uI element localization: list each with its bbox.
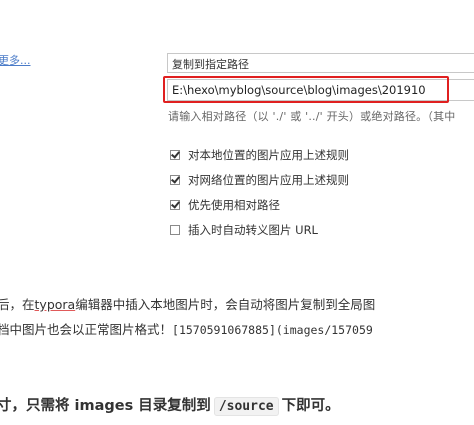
path-hint-text: 请输入相对路径（以 './' 或 '../' 开头）或绝对路径。（其中 — [168, 110, 456, 123]
option-label: 对本地位置的图片应用上述规则 — [188, 148, 349, 162]
checkbox-network-images[interactable] — [170, 175, 180, 185]
checkbox-local-images[interactable] — [170, 150, 180, 160]
typora-text: typora — [34, 297, 76, 312]
text-segment: 寸，只需将 images 目录复制到 — [0, 398, 211, 414]
checkbox-escape-url[interactable] — [170, 225, 180, 235]
option-relative-path[interactable]: 优先使用相对路径 — [170, 197, 280, 213]
option-escape-url[interactable]: 插入时自动转义图片 URL — [170, 222, 318, 238]
text-segment: 后，在 — [0, 297, 35, 312]
option-local-images[interactable]: 对本地位置的图片应用上述规则 — [170, 147, 349, 163]
checkbox-relative-path[interactable] — [170, 200, 180, 210]
option-label: 优先使用相对路径 — [188, 198, 280, 212]
text-segment: 档中图片也会以正常图片格式！ — [0, 322, 173, 337]
text-segment: 下即可。 — [281, 398, 340, 414]
image-insert-action-select[interactable]: 复制到指定路径 — [167, 53, 474, 73]
option-label: 插入时自动转义图片 URL — [188, 223, 318, 237]
inline-code-source: /source — [213, 397, 279, 416]
article-paragraph-line-1: 后，在typora编辑器中插入本地图片时，会自动将图片复制到全局图 — [0, 294, 375, 313]
article-bold-line: 寸，只需将 images 目录复制到/source 下即可。 — [0, 394, 340, 416]
markdown-image-code: [1570591067885](images/157059 — [172, 323, 373, 337]
option-label: 对网络位置的图片应用上述规则 — [188, 173, 349, 187]
more-link[interactable]: 更多... — [0, 52, 31, 68]
image-path-input[interactable]: E:\hexo\myblog\source\blog\images\201910 — [167, 79, 474, 101]
article-paragraph-line-2: 档中图片也会以正常图片格式！[1570591067885](images/157… — [0, 319, 373, 338]
text-segment: 编辑器中插入本地图片时，会自动将图片复制到全局图 — [75, 297, 376, 312]
option-network-images[interactable]: 对网络位置的图片应用上述规则 — [170, 172, 349, 188]
